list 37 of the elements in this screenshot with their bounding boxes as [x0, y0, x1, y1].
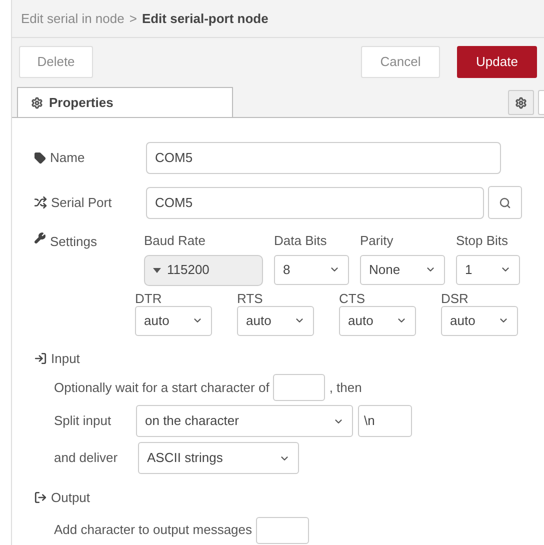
option-select[interactable]: auto	[339, 306, 416, 336]
option-label: DTR	[135, 292, 163, 306]
dialog-title: Edit serial-port node	[142, 10, 268, 28]
field-label: , then	[329, 378, 362, 397]
option-label: Baud Rate	[144, 232, 206, 250]
field-label: Settings	[50, 233, 97, 251]
option-select[interactable]: 1	[456, 254, 520, 284]
cancel-button[interactable]: Cancel	[361, 46, 440, 78]
delete-button[interactable]: Delete	[19, 46, 93, 78]
properties-tab[interactable]: Properties	[17, 87, 233, 117]
split-select[interactable]: on the character	[136, 405, 353, 437]
field-label: Name	[50, 149, 85, 168]
option-select[interactable]: None	[360, 254, 445, 284]
field-label: Optionally wait for a start character of	[54, 378, 270, 397]
option-label: RTS	[237, 292, 264, 306]
split-character-field[interactable]: \n	[358, 405, 412, 437]
section-title: Output	[51, 489, 90, 507]
field-label: Serial Port	[51, 194, 112, 212]
field-label: Add character to output messages	[54, 521, 252, 540]
section-title: Input	[51, 350, 80, 368]
option-select[interactable]: auto	[237, 306, 314, 336]
option-label: CTS	[339, 292, 366, 306]
option-select[interactable]: auto	[441, 306, 518, 336]
breadcrumb-separator: >	[129, 10, 137, 28]
serial-port-field[interactable]: COM5	[146, 186, 484, 218]
option-label: Data Bits	[274, 232, 328, 250]
option-label: Stop Bits	[456, 232, 510, 250]
deliver-select[interactable]: ASCII strings	[138, 442, 299, 474]
baud-rate-field[interactable]: 115200	[144, 254, 263, 286]
option-select[interactable]: auto	[135, 306, 212, 336]
field-label: Split input	[54, 412, 112, 430]
update-button[interactable]: Update	[457, 46, 537, 78]
field-label: and deliver	[54, 449, 119, 468]
option-select[interactable]: 8	[274, 254, 349, 284]
name-field[interactable]: COM5	[146, 142, 501, 174]
option-label: Parity	[360, 232, 394, 250]
option-label: DSR	[441, 292, 470, 306]
